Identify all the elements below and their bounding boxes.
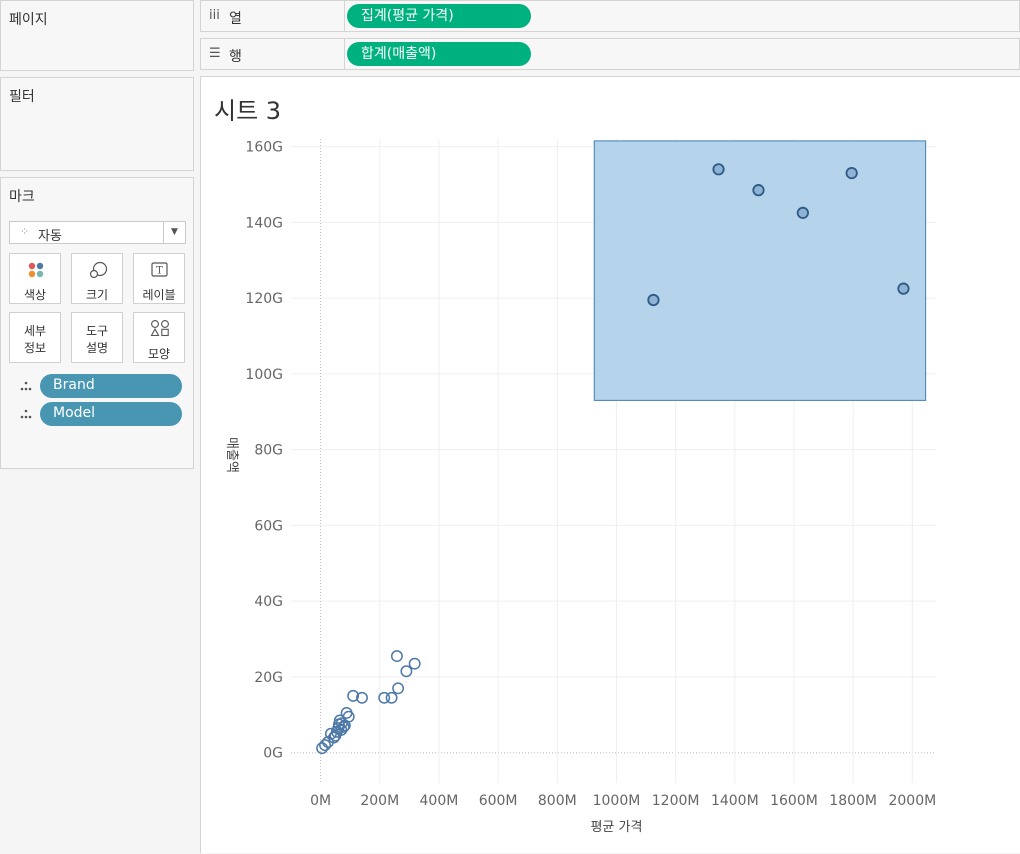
svg-text:T: T [156,266,163,277]
detail-button[interactable]: 세부 정보 [9,312,61,363]
pages-title: 페이지 [9,12,48,28]
data-point-selected [845,166,858,180]
label-button[interactable]: T 레이블 [133,253,185,304]
data-point [316,742,329,755]
rows-shelf[interactable]: ☰ 행 합계(매출액) [200,38,1020,70]
scatter-chart[interactable]: 0G 20G 40G 60G 80G 100G 120G 140G 160G 0M 200M 400M… [201,77,1020,854]
y-tick-label: 20G [254,670,283,686]
detail-dots-icon [20,409,32,419]
columns-shelf[interactable]: iii 열 집계(평균 가격) [200,0,1020,32]
y-tick-label: 140G [245,215,283,231]
size-label: 크기 [85,288,109,302]
worksheet: 시트 3 0G 20G 40G 60G 80G 100G 120G 140G 160G 0M 200… [200,76,1020,853]
model-pill[interactable]: Model [40,402,182,426]
shape-label: 모양 [147,347,171,361]
x-tick-label: 1800M [829,793,877,809]
columns-label: 열 [229,11,242,27]
tooltip-label: 도구 설명 [85,324,109,355]
data-point [400,665,413,678]
shape-icon [150,320,169,337]
pages-panel[interactable]: 페이지 [0,0,194,71]
y-tick-label: 120G [245,291,283,307]
color-button[interactable]: 색상 [9,253,61,304]
x-tick-label: 200M [360,793,399,809]
selection-box [593,140,927,401]
data-point [408,657,421,670]
rows-shelf-label: ☰ 행 [201,39,345,69]
text-label-icon: T [151,262,168,277]
y-tick-label: 60G [254,518,283,534]
color-icon [28,262,44,278]
mark-type-value: 자동 [38,229,62,244]
rows-label: 행 [229,49,242,65]
chevron-down-icon[interactable]: ▼ [163,222,185,243]
y-tick-label: 0G [263,746,283,762]
data-point-selected [712,163,725,176]
columns-icon: iii [209,8,220,23]
size-button[interactable]: 크기 [71,253,123,304]
tooltip-button[interactable]: 도구 설명 [71,312,123,363]
detail-dots-icon [20,381,32,391]
marks-panel: 마크 ⁘ 자동 ▼ 색상 크기 T 레이블 세부 정보 도구 설명 모양 Bra… [0,177,194,469]
x-tick-label: 600M [479,793,518,809]
x-tick-label: 1200M [652,793,700,809]
brand-pill[interactable]: Brand [40,374,182,398]
mark-type-dropdown[interactable]: ⁘ 자동 ▼ [9,221,186,244]
x-axis-title: 평균 가격 [590,820,642,835]
rows-pill-sum-sales[interactable]: 합계(매출액) [347,42,531,66]
columns-pill-avg-price[interactable]: 집계(평균 가격) [347,4,531,28]
y-axis-title: 매출액 [224,437,239,473]
data-point [385,691,398,704]
filters-panel[interactable]: 필터 [0,77,194,171]
columns-shelf-label: iii 열 [201,1,345,31]
x-tick-label: 0M [310,793,331,809]
x-tick-label: 800M [538,793,577,809]
size-icon [89,261,108,279]
data-point-selected [897,282,910,295]
y-tick-label: 80G [254,443,283,459]
x-tick-label: 2000M [888,793,936,809]
marks-title: 마크 [9,189,35,205]
data-point [392,682,405,695]
y-tick-label: 100G [245,367,283,383]
data-point-selected [647,293,660,307]
color-label: 색상 [23,288,47,302]
x-tick-label: 1000M [593,793,641,809]
x-tick-label: 400M [420,793,459,809]
x-tick-label: 1600M [770,793,818,809]
data-point-selected [752,184,765,197]
y-tick-label: 160G [245,140,283,156]
filters-title: 필터 [9,89,35,105]
rows-icon: ☰ [209,46,221,61]
shape-button[interactable]: 모양 [133,312,185,363]
data-point [319,739,331,752]
data-point-selected [796,206,809,219]
automatic-mark-icon: ⁘ [20,225,30,238]
x-tick-label: 1400M [711,793,759,809]
y-tick-label: 40G [254,594,283,610]
detail-label: 세부 정보 [23,324,47,355]
data-point [390,650,403,663]
label-label: 레이블 [142,288,176,302]
data-point [342,710,355,723]
